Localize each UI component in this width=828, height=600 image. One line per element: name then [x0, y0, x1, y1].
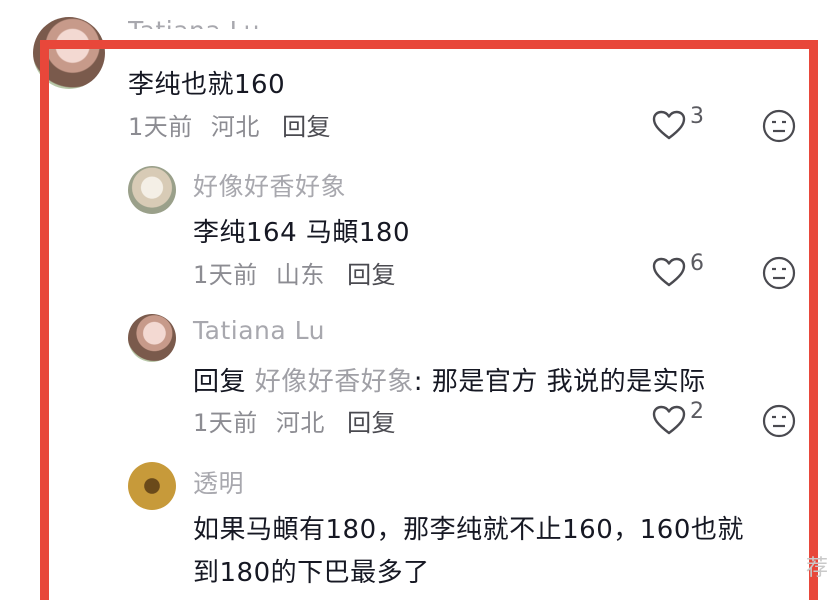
comment-text-line1: 如果马頔有180，那李纯就不止160，160也就	[193, 515, 744, 545]
heart-outline-icon	[652, 257, 686, 287]
neutral-face-icon[interactable]	[762, 404, 796, 438]
reply-button[interactable]: 回复	[347, 409, 396, 437]
avatar[interactable]	[128, 314, 176, 362]
comment-time: 1天前	[193, 409, 258, 437]
like-button[interactable]: 2	[652, 401, 704, 435]
heart-outline-icon	[652, 405, 686, 435]
comment-text: 回复 好像好香好象: 那是官方 我说的是实际	[193, 361, 706, 398]
comment-body: : 那是官方 我说的是实际	[413, 367, 706, 397]
like-count: 2	[690, 399, 704, 424]
comment-meta: 1天前 河北 回复	[193, 403, 396, 438]
like-button[interactable]: 6	[652, 253, 704, 287]
comment-time: 1天前	[193, 261, 258, 289]
comment-text: 李纯也就160	[128, 70, 286, 100]
comment-location: 河北	[210, 113, 260, 141]
comment-author[interactable]: 透明	[193, 464, 244, 500]
watermark: 荐	[805, 556, 828, 581]
avatar[interactable]	[128, 166, 176, 214]
like-count: 3	[690, 104, 704, 129]
comment-time: 1天前	[128, 113, 193, 141]
mention-link[interactable]: 好像好香好象	[255, 367, 414, 397]
avatar[interactable]	[33, 17, 105, 89]
comment-author[interactable]: Tatiana Lu	[193, 316, 325, 345]
comment-text-line2: 到180的下巴最多了	[193, 558, 430, 588]
reply-button[interactable]: 回复	[347, 261, 396, 289]
heart-outline-icon	[652, 110, 686, 140]
comment-location: 山东	[275, 261, 325, 289]
comment-location: 河北	[275, 409, 325, 437]
comment-meta: 1天前 山东 回复	[193, 255, 396, 290]
like-button[interactable]: 3	[652, 106, 704, 140]
neutral-face-icon[interactable]	[762, 109, 796, 143]
like-count: 6	[690, 251, 704, 276]
neutral-face-icon[interactable]	[762, 256, 796, 290]
comment-meta: 1天前 河北 回复	[128, 107, 331, 142]
reply-button[interactable]: 回复	[282, 113, 331, 141]
reply-prefix: 回复	[193, 367, 247, 397]
comment-author[interactable]: 好像好香好象	[193, 167, 346, 203]
comment-text: 李纯164 马頔180	[193, 218, 411, 248]
comment-author[interactable]: Tatiana Lu	[128, 16, 260, 29]
avatar[interactable]	[128, 462, 176, 510]
